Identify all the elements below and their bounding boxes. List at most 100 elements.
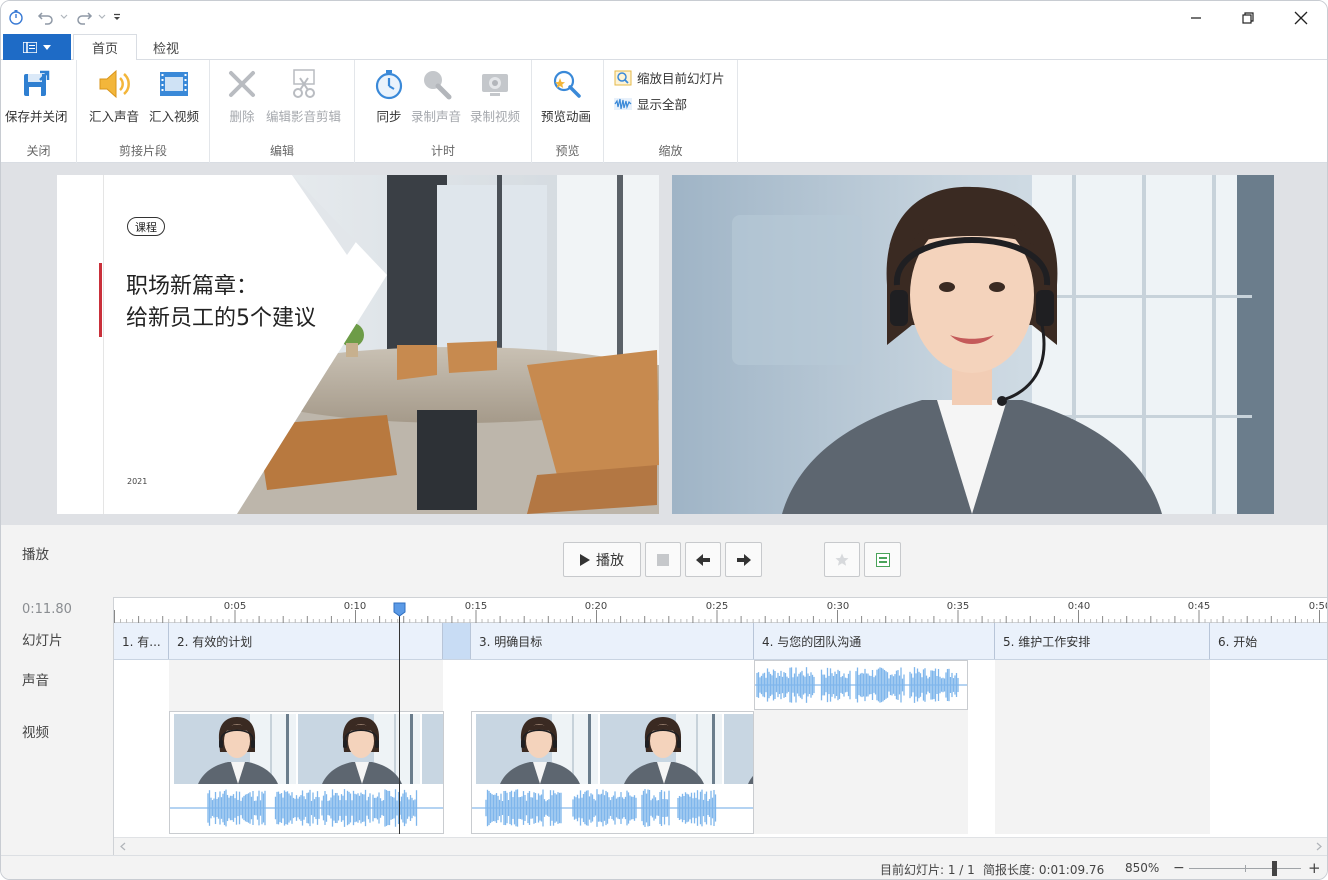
import-video-label: 汇入视频 [149, 109, 200, 124]
star-icon [835, 553, 849, 566]
slide-segment-3[interactable]: 3. 明确目标 [471, 623, 754, 659]
playhead-handle[interactable] [393, 602, 406, 617]
video-thumbnail-frame [600, 714, 722, 784]
import-audio-label: 汇入声音 [89, 109, 140, 124]
timer-icon [371, 66, 407, 102]
ribbon-group-zoom: 缩放目前幻灯片 显示全部 缩放 [604, 60, 738, 163]
record-video-label: 录制视频 [470, 109, 521, 124]
slide-segment-4[interactable]: 4. 与您的团队沟通 [754, 623, 995, 659]
delete-button[interactable]: 删除 [224, 66, 260, 125]
video-thumbnail-frame [476, 714, 598, 784]
slide-segment-2[interactable]: 2. 有效的计划 [169, 623, 443, 659]
ruler-tick-label: 0:30 [826, 601, 850, 612]
title-bar [1, 1, 1327, 34]
timeline[interactable]: 0:05 0:10 0:15 0:20 0:25 0:30 0:35 0:40 … [113, 597, 1327, 855]
minimize-button[interactable] [1173, 1, 1219, 34]
video-audio-waveform [170, 789, 443, 827]
film-icon [156, 66, 192, 102]
slide-margin-line [103, 175, 104, 514]
group-label-edit: 编辑 [269, 144, 294, 158]
play-icon [580, 553, 590, 566]
zoom-slider-thumb[interactable] [1272, 861, 1277, 876]
scroll-left-icon[interactable] [119, 842, 127, 851]
ribbon-tabs: 首页 检视 [1, 34, 1327, 61]
preview-area: 课程 职场新篇章： 给新员工的5个建议 2021 [1, 163, 1327, 525]
app-window: 首页 检视 保存并关闭 关闭 汇入声音 汇入视频 剪接片段 删除 编辑影音剪辑 … [0, 0, 1328, 880]
preview-animation-button[interactable]: 预览动画 [541, 66, 591, 125]
video-thumbnails [174, 714, 443, 784]
record-audio-label: 录制声音 [411, 109, 462, 124]
slide-badge: 课程 [127, 217, 165, 236]
audio-waveform [755, 667, 967, 703]
file-menu-icon [23, 41, 37, 53]
slide-segment-1[interactable]: 1. 有... [114, 623, 169, 659]
show-all-button[interactable]: 显示全部 [614, 94, 687, 113]
slide-segment-6[interactable]: 6. 开始 [1210, 623, 1327, 659]
track-bg-5 [995, 660, 1210, 834]
preview-animation-label: 预览动画 [541, 109, 592, 124]
scroll-right-icon[interactable] [1315, 842, 1323, 851]
video-clip-2[interactable] [471, 711, 754, 834]
video-thumbnail-frame [174, 714, 296, 784]
ruler-tick-label: 0:05 [223, 601, 247, 612]
chevron-down-icon [43, 44, 51, 50]
timeline-ruler[interactable]: 0:05 0:10 0:15 0:20 0:25 0:30 0:35 0:40 … [114, 598, 1327, 623]
play-label: 播放 [596, 552, 624, 569]
row-label-audio: 声音 [22, 673, 49, 689]
ribbon-group-clips: 汇入声音 汇入视频 剪接片段 [77, 60, 210, 163]
ruler-tick-label: 0:10 [343, 601, 367, 612]
zoom-slider-center-mark [1245, 865, 1246, 872]
redo-dropdown-icon[interactable] [97, 7, 107, 27]
current-slide-status: 目前幻灯片: 1 / 1 [880, 863, 975, 877]
tab-review[interactable]: 检视 [135, 34, 197, 60]
group-label-clips: 剪接片段 [118, 144, 167, 158]
edit-media-button[interactable]: 编辑影音剪辑 [266, 66, 341, 125]
ruler-tick-label: 0:45 [1187, 601, 1211, 612]
ribbon-group-preview: 预览动画 预览 [532, 60, 604, 163]
audio-clip[interactable] [754, 660, 968, 710]
tab-home[interactable]: 首页 [73, 34, 138, 61]
restore-button[interactable] [1225, 1, 1271, 34]
ribbon: 保存并关闭 关闭 汇入声音 汇入视频 剪接片段 删除 编辑影音剪辑 编辑 同步 … [1, 60, 1327, 163]
import-audio-button[interactable]: 汇入声音 [89, 66, 139, 125]
row-label-video: 视频 [22, 725, 49, 741]
stopwatch-icon[interactable] [7, 7, 25, 27]
redo-icon[interactable] [73, 7, 95, 27]
sync-button[interactable]: 同步 [371, 66, 407, 125]
record-audio-button[interactable]: 录制声音 [411, 66, 461, 125]
import-video-button[interactable]: 汇入视频 [149, 66, 199, 125]
notes-button[interactable] [864, 542, 901, 577]
row-label-slides: 幻灯片 [22, 633, 63, 649]
timeline-horizontal-scrollbar[interactable] [114, 837, 1327, 855]
microphone-icon [418, 66, 454, 102]
scissors-icon [286, 66, 322, 102]
video-clip-1[interactable] [169, 711, 444, 834]
previous-button[interactable] [685, 542, 721, 577]
slide-title: 职场新篇章： 给新员工的5个建议 [126, 271, 316, 335]
animation-star-button[interactable] [824, 542, 860, 577]
zoom-percent: 850% [1125, 861, 1160, 875]
sync-label: 同步 [376, 109, 402, 124]
ruler-tick-label: 0:40 [1067, 601, 1091, 612]
slide-year: 2021 [127, 477, 148, 486]
record-video-button[interactable]: 录制视频 [470, 66, 520, 125]
slide-segment-5[interactable]: 5. 维护工作安排 [995, 623, 1210, 659]
close-button[interactable] [1278, 1, 1324, 34]
slide-segment-gap[interactable] [443, 623, 471, 659]
save-close-button[interactable]: 保存并关闭 [5, 66, 68, 125]
save-close-icon [18, 66, 54, 102]
customize-toolbar-icon[interactable] [111, 7, 123, 27]
zoom-current-slide-button[interactable]: 缩放目前幻灯片 [614, 68, 725, 87]
delete-label: 删除 [229, 109, 255, 124]
play-button[interactable]: 播放 [563, 542, 641, 577]
zoom-in-plus-icon[interactable]: + [1308, 859, 1321, 877]
zoom-out-icon[interactable]: − [1173, 860, 1185, 876]
next-button[interactable] [725, 542, 762, 577]
stop-button[interactable] [645, 542, 681, 577]
file-menu-button[interactable] [3, 34, 71, 60]
slide-title-line2: 给新员工的5个建议 [126, 306, 316, 331]
current-time: 0:11.80 [22, 602, 72, 617]
undo-dropdown-icon[interactable] [59, 7, 69, 27]
undo-icon[interactable] [35, 7, 57, 27]
timeline-labels: 0:11.80 幻灯片 声音 视频 [1, 597, 113, 855]
